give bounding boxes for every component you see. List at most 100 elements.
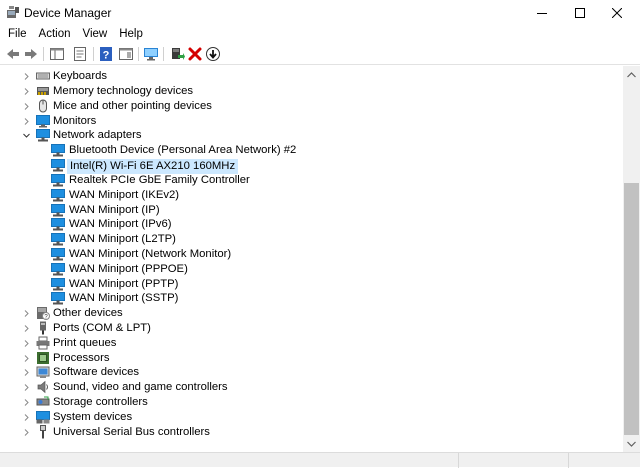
show-hide-console-tree-button[interactable] [49,46,65,62]
down-arrow-circle-icon [206,47,220,61]
network-adapter-icon [51,189,65,202]
tree-item-software-devices[interactable]: Software devices [0,365,623,380]
menu-action[interactable]: Action [33,26,77,43]
tree-item-network-adapter[interactable]: WAN Miniport (IKEv2) [0,188,623,203]
chevron-down-icon[interactable] [22,131,31,140]
tree-item-label: Ports (COM & LPT) [53,322,151,334]
tree-item-system-devices[interactable]: System devices [0,410,623,425]
scan-hardware-button[interactable] [143,46,159,62]
device-tree[interactable]: Keyboards Memory technology devices Mice… [0,66,623,452]
tree-item-network-adapters[interactable]: Network adapters [0,128,623,143]
device-manager-window: Device Manager File Action View Help ? K… [0,0,640,468]
chevron-right-icon[interactable] [22,339,31,348]
device-manager-icon [7,6,19,18]
properties-button[interactable] [72,46,88,62]
chevron-right-icon[interactable] [22,309,31,318]
back-button[interactable] [5,46,21,62]
chevron-right-icon[interactable] [22,117,31,126]
tree-item-label: WAN Miniport (IP) [69,204,160,216]
tree-item-network-adapter[interactable]: WAN Miniport (L2TP) [0,232,623,247]
tree-item-sound-video-game[interactable]: Sound, video and game controllers [0,380,623,395]
tree-item-label: Mice and other pointing devices [53,100,212,112]
enable-device-button[interactable] [205,46,221,62]
chevron-right-icon[interactable] [22,398,31,407]
chevron-right-icon[interactable] [22,413,31,422]
toolbar-separator [43,47,44,61]
toolbar: ? [0,43,640,65]
tree-item-ports[interactable]: Ports (COM & LPT) [0,321,623,336]
tree-item-label: Sound, video and game controllers [53,381,228,393]
scroll-down-button[interactable] [623,435,640,452]
chevron-right-icon[interactable] [22,368,31,377]
chevron-right-icon[interactable] [22,354,31,363]
uninstall-device-button[interactable] [187,46,203,62]
update-driver-button[interactable] [169,46,185,62]
tree-item-network-adapter[interactable]: WAN Miniport (IPv6) [0,217,623,232]
chevron-right-icon[interactable] [22,324,31,333]
scroll-up-button[interactable] [623,66,640,83]
chevron-right-icon[interactable] [22,383,31,392]
memory-icon [37,87,49,95]
action-pane-button[interactable] [118,46,134,62]
tree-item-network-adapter[interactable]: Realtek PCIe GbE Family Controller [0,173,623,188]
tree-item-label: WAN Miniport (IKEv2) [69,189,180,201]
tree-item-network-adapter[interactable]: WAN Miniport (PPTP) [0,277,623,292]
tree-item-label: Intel(R) Wi-Fi 6E AX210 160MHz [67,159,239,174]
title-bar[interactable]: Device Manager [0,0,640,26]
arrow-right-icon [25,49,37,59]
chevron-right-icon[interactable] [22,72,31,81]
chevron-right-icon[interactable] [22,428,31,437]
tree-item-keyboards[interactable]: Keyboards [0,69,623,84]
tree-item-label: WAN Miniport (PPPOE) [69,263,188,275]
tree-item-network-adapter[interactable]: WAN Miniport (Network Monitor) [0,247,623,262]
tree-item-label: WAN Miniport (SSTP) [69,292,179,304]
close-icon [612,8,622,18]
tree-item-storage-controllers[interactable]: Storage controllers [0,395,623,410]
menu-help[interactable]: Help [113,26,149,43]
tree-item-processors[interactable]: Processors [0,351,623,366]
keyboard-icon [36,72,50,80]
help-button[interactable]: ? [98,46,114,62]
tree-item-network-adapter[interactable]: WAN Miniport (SSTP) [0,291,623,306]
port-icon [40,321,46,335]
close-button[interactable] [594,0,640,26]
tree-item-memory-technology-devices[interactable]: Memory technology devices [0,84,623,99]
chevron-right-icon[interactable] [22,87,31,96]
monitor-icon [36,115,50,128]
network-adapter-icon [51,218,65,231]
console-tree-icon [50,48,64,60]
maximize-icon [575,8,585,18]
menu-bar: File Action View Help [0,26,640,43]
tree-item-network-adapter[interactable]: Bluetooth Device (Personal Area Network)… [0,143,623,158]
scroll-thumb[interactable] [624,183,639,435]
tree-item-label: WAN Miniport (IPv6) [69,218,172,230]
menu-view[interactable]: View [77,26,114,43]
menu-file[interactable]: File [0,26,33,43]
tree-item-mice[interactable]: Mice and other pointing devices [0,99,623,114]
speaker-icon [37,380,48,394]
usb-icon [40,425,46,439]
tree-item-other-devices[interactable]: ? Other devices [0,306,623,321]
tree-item-usb-controllers[interactable]: Universal Serial Bus controllers [0,425,623,440]
tree-item-monitors[interactable]: Monitors [0,114,623,129]
minimize-icon [537,13,547,14]
processor-icon [37,352,49,364]
chevron-down-icon [627,441,636,447]
tree-item-print-queues[interactable]: Print queues [0,336,623,351]
mouse-icon [39,99,47,113]
tree-item-label: WAN Miniport (L2TP) [69,233,176,245]
properties-icon [74,47,86,61]
tree-item-label: Memory technology devices [53,85,194,97]
vertical-scrollbar[interactable] [623,66,640,452]
tree-item-network-adapter[interactable]: WAN Miniport (IP) [0,203,623,218]
tree-item-network-adapter-selected[interactable]: Intel(R) Wi-Fi 6E AX210 160MHz [0,158,623,174]
network-adapter-icon [51,233,65,246]
other-devices-icon: ? [37,307,50,320]
tree-item-label: Monitors [53,115,97,127]
tree-item-network-adapter[interactable]: WAN Miniport (PPPOE) [0,262,623,277]
forward-button[interactable] [23,46,39,62]
tree-item-label: System devices [53,411,133,423]
chevron-right-icon[interactable] [22,102,31,111]
tree-item-label: Other devices [53,307,123,319]
toolbar-separator [138,47,139,61]
